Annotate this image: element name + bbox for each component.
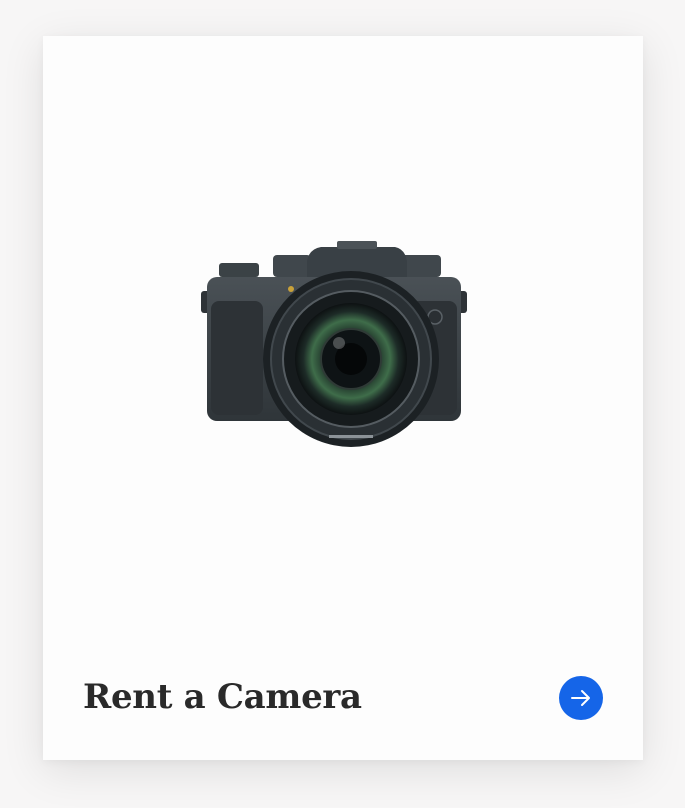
card-title: Rent a Camera bbox=[83, 677, 362, 717]
arrow-right-icon bbox=[571, 690, 590, 706]
card-arrow-button[interactable] bbox=[559, 676, 603, 720]
camera-image bbox=[199, 239, 469, 455]
camera-illustration bbox=[201, 241, 467, 447]
rent-camera-card[interactable]: Rent a Camera bbox=[43, 36, 643, 760]
